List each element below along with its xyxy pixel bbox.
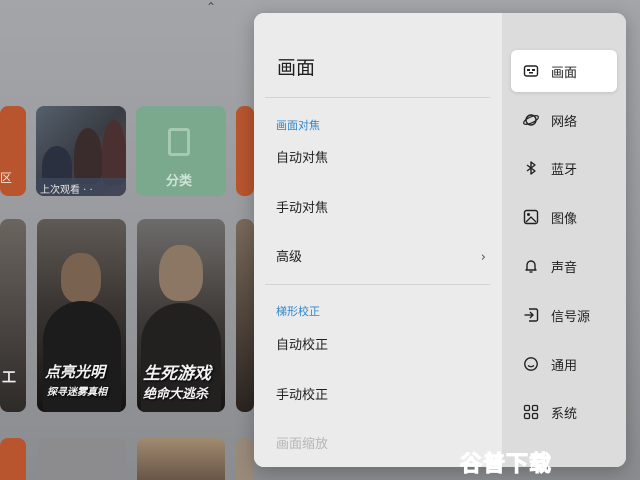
up-chevron-icon: ⌃ [206,0,217,14]
app-tile-left[interactable]: 区 [0,106,26,196]
poster-movie-1[interactable]: 点亮光明 探寻迷雾真相 [37,219,126,412]
poster-movie-1-subtitle: 探寻迷雾真相 [47,387,107,398]
bottom-tile-3[interactable] [137,438,225,480]
manual-focus-label: 手动对焦 [276,201,329,216]
poster-movie-2-subtitle: 绝命大逃杀 [143,387,209,402]
manual-keystone-item[interactable]: 手动校正 [276,378,486,414]
poster-movie-2-title: 生死游戏 [143,364,211,384]
recently-watched-tile[interactable]: 上次观看 · · [36,106,126,196]
planet-network-icon [523,114,539,126]
manual-focus-item[interactable]: 手动对焦 [276,191,486,227]
bluetooth-icon [526,161,536,175]
section-header-focus: 画面对焦 [276,119,320,132]
auto-focus-item[interactable]: 自动对焦 [276,141,486,177]
watermark: 谷普下载 [459,446,584,478]
poster-movie-1-title: 点亮光明 [45,363,106,381]
nav-bluetooth[interactable]: 蓝牙 [511,147,617,189]
settings-nav: 画面 网络 蓝牙 图像 声音 信号源 通用 系统 [502,13,626,467]
nav-system-label: 系统 [551,407,578,422]
nav-general-label: 通用 [551,359,578,374]
nav-general[interactable]: 通用 [511,343,617,385]
poster-movie-2[interactable]: 生死游戏 绝命大逃杀 [137,219,225,412]
category-label: 分类 [166,174,193,189]
bookmark-icon [168,128,190,156]
zoom-item[interactable]: 画面缩放 [276,427,486,463]
manual-keystone-label: 手动校正 [276,388,329,403]
bottom-tile-4[interactable] [236,438,254,480]
recently-watched-label: 上次观看 · · [36,178,126,196]
auto-keystone-item[interactable]: 自动校正 [276,328,486,364]
nav-network-label: 网络 [551,115,578,130]
section-header-keystone: 梯形校正 [276,305,320,318]
nav-signal-source-label: 信号源 [551,310,591,325]
poster-right[interactable] [236,219,254,412]
auto-keystone-label: 自动校正 [276,338,329,353]
bottom-tile-2[interactable] [37,438,126,480]
nav-system[interactable]: 系统 [511,391,617,433]
divider [265,284,490,285]
app-tile-right[interactable] [236,106,254,196]
category-tile[interactable]: 分类 [136,106,226,196]
nav-sound-label: 声音 [551,261,578,276]
auto-focus-label: 自动对焦 [276,151,329,166]
signal-source-icon [524,308,539,322]
nav-picture-label: 画面 [551,66,578,81]
bell-icon [525,260,537,273]
divider [265,97,490,98]
nav-image[interactable]: 图像 [511,196,617,238]
panel-title: 画面 [277,57,316,79]
settings-panel: 画面 画面对焦 自动对焦 手动对焦 高级 › 梯形校正 自动校正 手动校正 画面… [254,13,626,467]
picture-mode-icon [523,65,539,77]
advanced-item[interactable]: 高级 › [276,240,486,276]
watermark-text: 谷普下载 [459,452,553,478]
advanced-label: 高级 [276,250,303,265]
nav-sound[interactable]: 声音 [511,245,617,287]
chevron-right-icon: › [480,250,486,265]
poster-left-text: 工 [2,370,16,386]
app-tile-left-label: 区 [0,171,13,185]
image-icon [523,209,539,225]
zoom-label: 画面缩放 [276,437,329,452]
nav-picture[interactable]: 画面 [511,50,617,92]
grid-icon [523,404,539,420]
nav-image-label: 图像 [551,212,578,227]
nav-bluetooth-label: 蓝牙 [551,163,578,178]
nav-signal-source[interactable]: 信号源 [511,294,617,336]
face-icon [524,357,538,371]
settings-detail-pane: 画面 画面对焦 自动对焦 手动对焦 高级 › 梯形校正 自动校正 手动校正 画面… [254,13,502,467]
poster-left[interactable]: 工 [0,219,26,412]
nav-network[interactable]: 网络 [511,99,617,141]
bottom-tile-1[interactable] [0,438,26,480]
